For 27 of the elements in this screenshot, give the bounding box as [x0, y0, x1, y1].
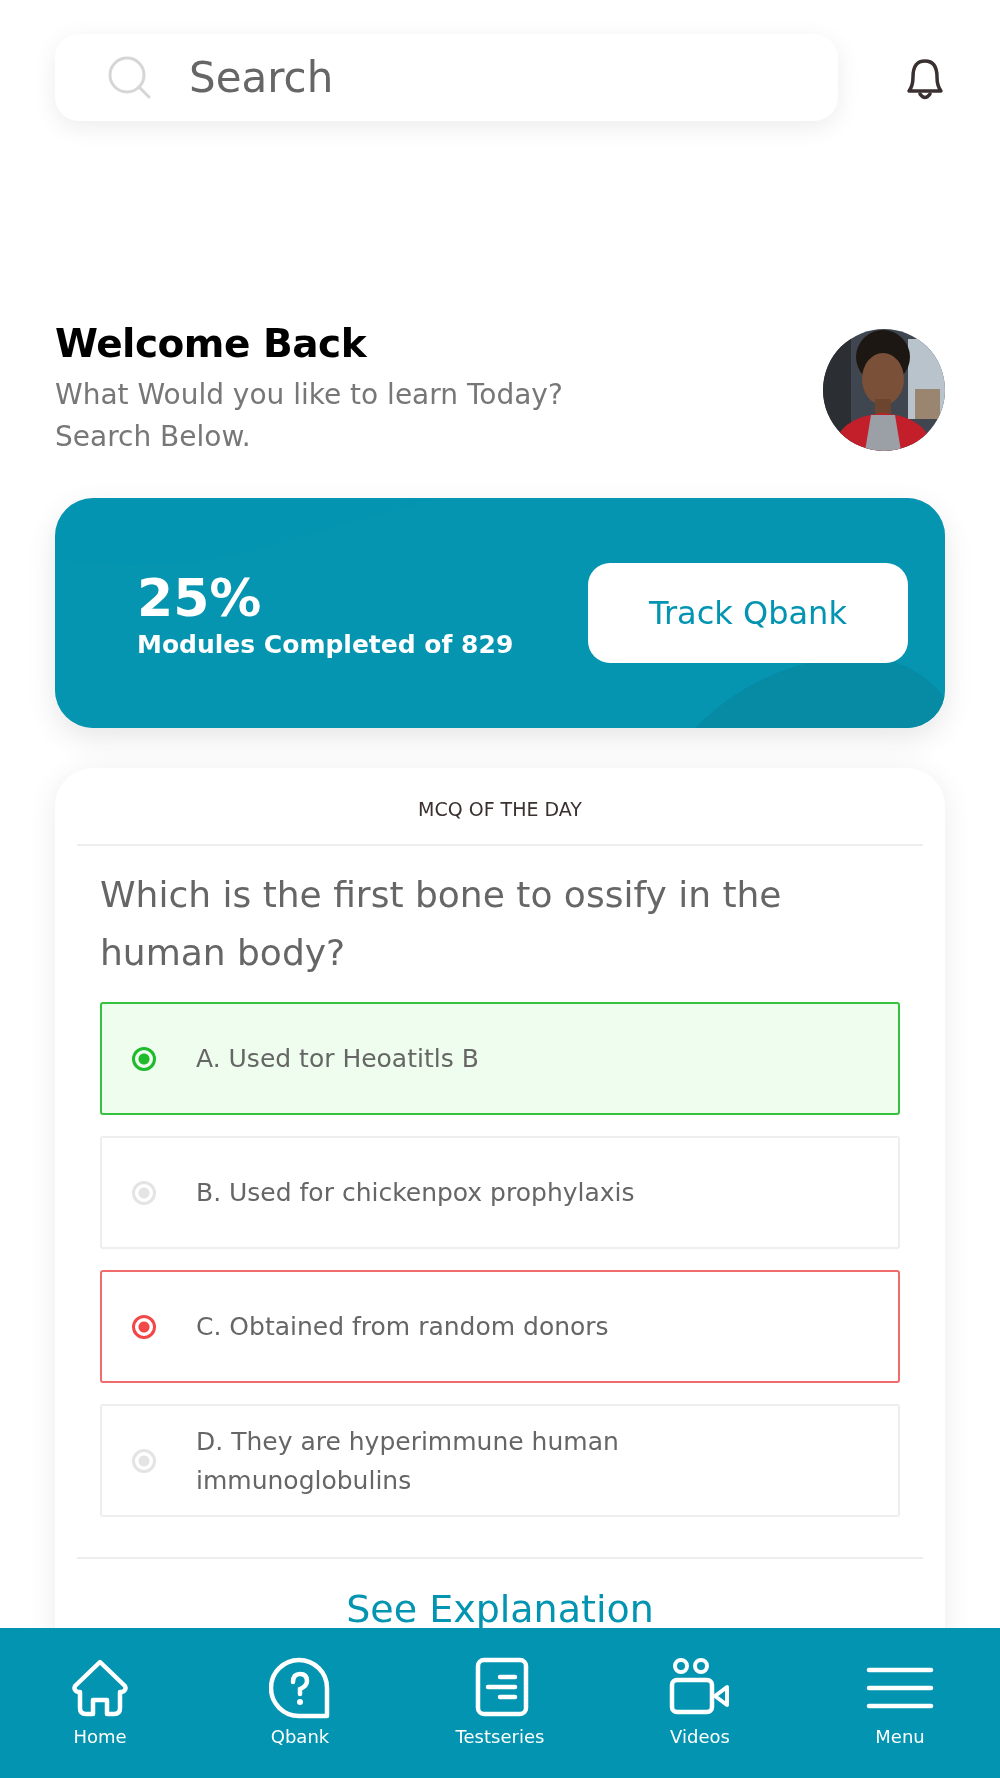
- option-text: A. Used tor Heoatitls B: [196, 1043, 480, 1075]
- nav-label[interactable]: Home: [73, 1726, 127, 1747]
- nav-label[interactable]: Testseries: [455, 1726, 545, 1747]
- nav-label[interactable]: Videos: [670, 1726, 730, 1747]
- option-text: B. Used for chickenpox prophylaxis: [196, 1177, 636, 1209]
- radio-icon: [132, 1046, 156, 1071]
- search-field[interactable]: Search: [55, 34, 838, 121]
- track-button[interactable]: Track Qbank: [588, 563, 908, 663]
- subtitle-text: What Would you like to learn Today? Search Below.: [55, 377, 563, 455]
- search-icon: [107, 55, 153, 101]
- radio-icon: [132, 1180, 156, 1205]
- answer-option[interactable]: B. Used for chickenpox prophylaxis: [100, 1136, 900, 1249]
- nav-label[interactable]: Menu: [875, 1726, 925, 1747]
- question-bubble-icon[interactable]: [269, 1656, 331, 1720]
- question-text: Which is the first bone to ossify in the human body?: [99, 873, 783, 975]
- answer-option[interactable]: D. They are hyperimmune human immunoglobulins: [100, 1404, 900, 1517]
- welcome-heading: Welcome Back: [55, 321, 368, 366]
- option-text: C. Obtained from random donors: [196, 1311, 610, 1343]
- answer-option[interactable]: C. Obtained from random donors: [100, 1270, 900, 1383]
- percent-value: 25%: [137, 567, 263, 628]
- radio-icon: [132, 1448, 156, 1473]
- radio-icon: [132, 1314, 156, 1339]
- progress-caption: Modules Completed of 829: [137, 629, 514, 659]
- option-text: D. They are hyperimmune human immunoglobulins: [196, 1425, 620, 1497]
- answer-option[interactable]: A. Used tor Heoatitls B: [100, 1002, 900, 1115]
- nav-label[interactable]: Qbank: [270, 1726, 330, 1747]
- card-heading: MCQ OF THE DAY: [77, 768, 923, 846]
